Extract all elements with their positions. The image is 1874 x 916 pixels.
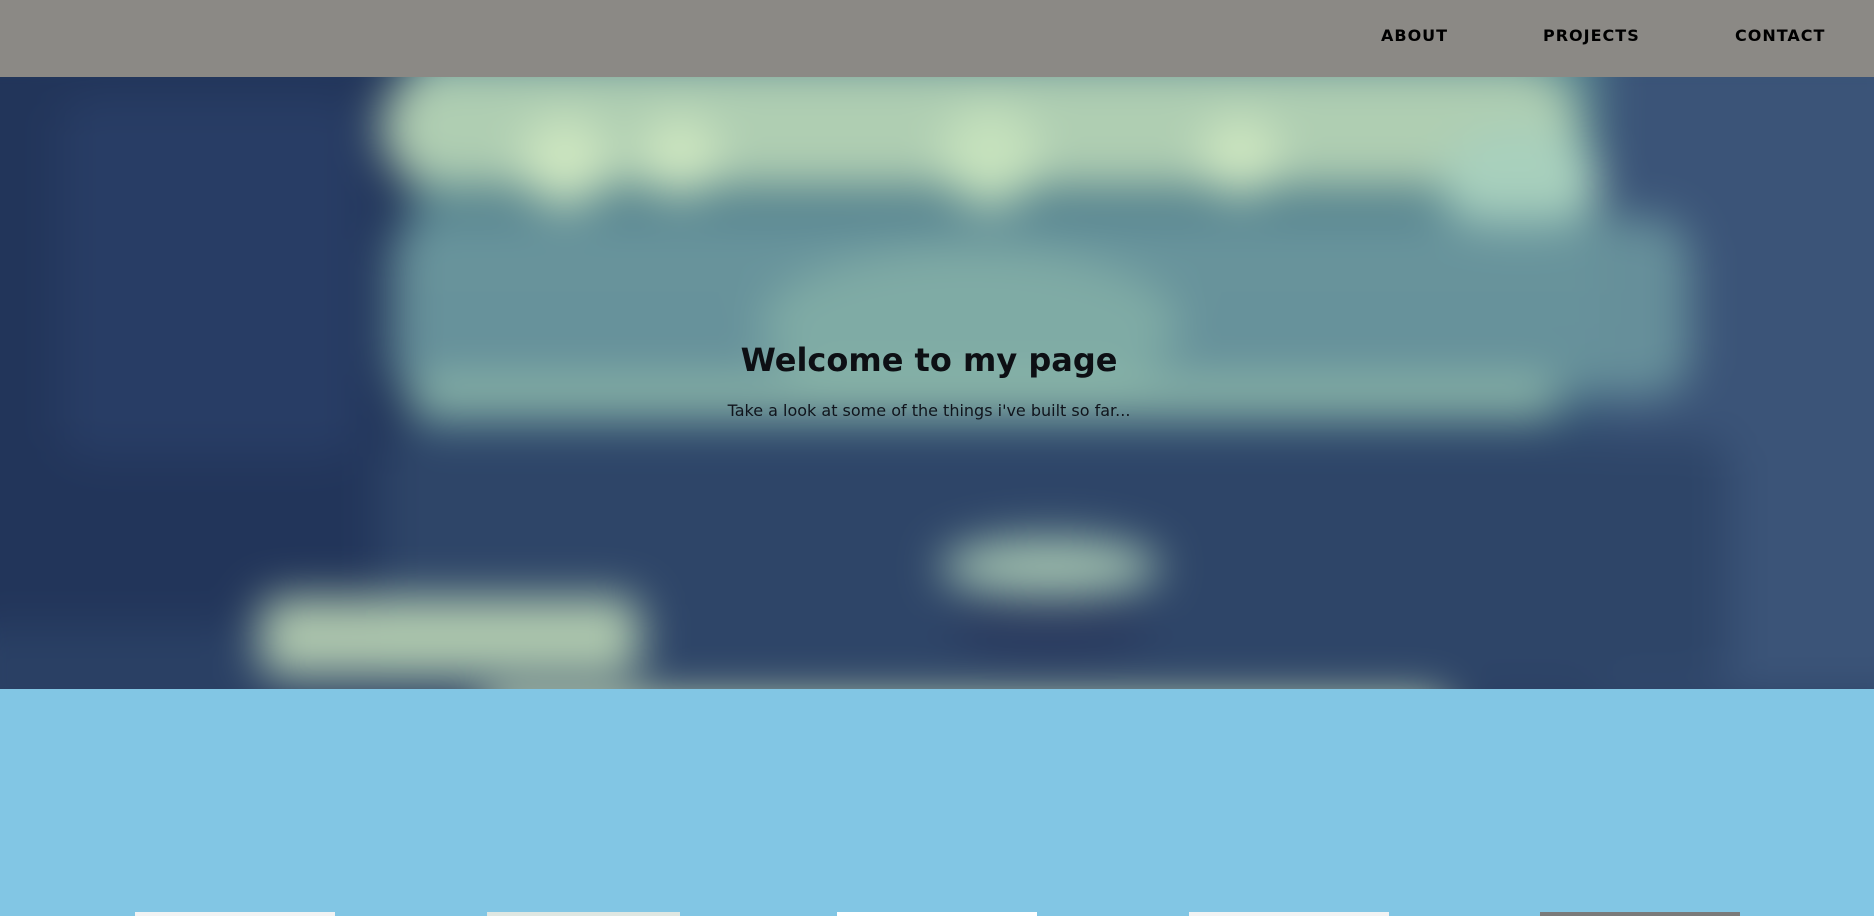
project-card-2[interactable]: [487, 912, 680, 916]
project-card-1[interactable]: [135, 912, 335, 916]
projects-section: [0, 689, 1874, 916]
page: ABOUT PROJECTS CONTACT Welcome to my pag…: [0, 0, 1874, 916]
project-card-5[interactable]: [1540, 912, 1740, 916]
nav-link-contact[interactable]: CONTACT: [1735, 26, 1825, 45]
nav-link-projects[interactable]: PROJECTS: [1543, 26, 1640, 45]
project-card-4[interactable]: [1189, 912, 1389, 916]
nav-link-about[interactable]: ABOUT: [1381, 26, 1448, 45]
hero-subtitle: Take a look at some of the things i've b…: [727, 401, 1131, 420]
hero-section: Welcome to my page Take a look at some o…: [0, 77, 1874, 689]
hero-content: Welcome to my page Take a look at some o…: [0, 77, 1874, 689]
hero-title: Welcome to my page: [740, 341, 1118, 379]
project-card-3[interactable]: [837, 912, 1037, 916]
top-navbar: ABOUT PROJECTS CONTACT: [0, 0, 1874, 77]
